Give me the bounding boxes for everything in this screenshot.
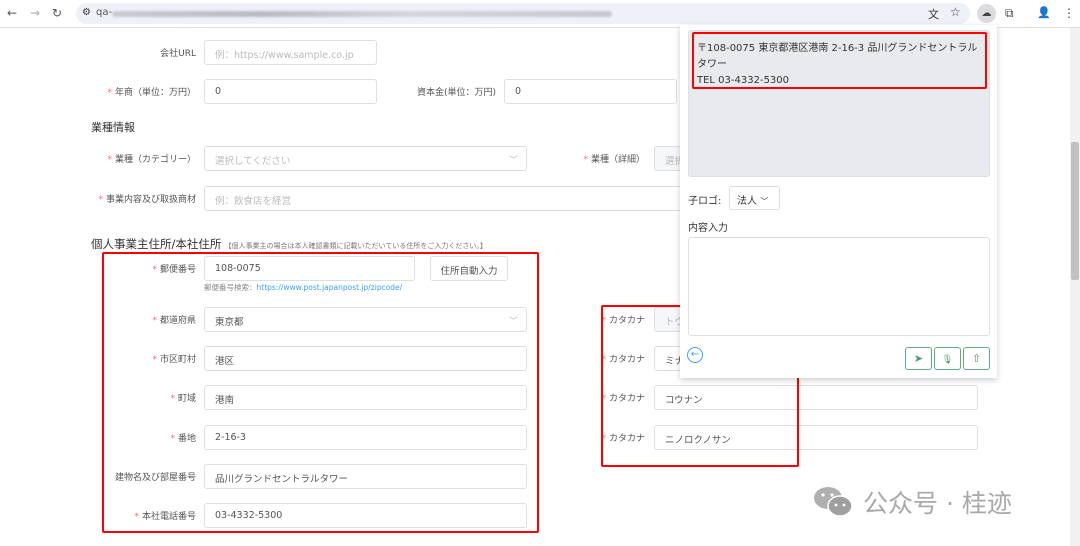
page-scrollbar[interactable] <box>1070 28 1080 546</box>
watermark: 公众号 · 桂迹 <box>813 484 1012 520</box>
business-content-input[interactable]: 例：飲食店を経営 <box>204 186 704 211</box>
required-mark: * <box>583 155 588 165</box>
capital-input[interactable]: 0 <box>504 79 677 104</box>
business-content-label: * 事業内容及び取扱商材 <box>6 192 196 205</box>
scrollbar-thumb[interactable] <box>1071 142 1079 280</box>
send-icon: ➤ <box>913 352 924 365</box>
industry-heading: 業種情報 <box>91 121 135 134</box>
mode-value: 法人 <box>737 196 757 207</box>
reload-icon[interactable]: ↻ <box>52 6 62 20</box>
browser-toolbar: ← → ↻ ⚙ qa- 文 ☆ ☁ ⧉ 👤 ⋮ <box>0 0 1080 28</box>
watermark-text: 公众号 · 桂迹 <box>863 489 1012 518</box>
company-url-label: 会社URL <box>160 49 196 59</box>
label-text: 業種（詳細） <box>590 155 645 165</box>
industry-detail-label: * 業種（詳細） <box>455 152 645 165</box>
company-url-input[interactable]: 例：https://www.sample.co.jp <box>204 40 377 65</box>
required-mark: * <box>107 155 112 165</box>
mode-select[interactable]: 法人 ﹀ <box>729 186 780 210</box>
label-text: 年商（単位：万円） <box>114 88 196 98</box>
capital-label: 資本金(単位：万円) <box>416 88 496 98</box>
wechat-icon <box>814 487 853 517</box>
url-text: qa- <box>96 7 113 18</box>
address-bar[interactable]: ⚙ qa- 文 ☆ <box>76 3 970 24</box>
content-label: 内容入力 <box>688 223 728 234</box>
label-text: 業種（カテゴリー） <box>114 155 196 165</box>
address-section-header: 個人事業主住所/本社住所 【個人事業主の場合は本人確認書類に記載いただいている住… <box>91 236 487 252</box>
select-placeholder: 選択してください <box>215 156 291 167</box>
send-button[interactable]: ➤ <box>905 347 932 370</box>
mode-label: 子ロゴ: <box>688 196 722 207</box>
upload-button[interactable]: ⇧ <box>963 347 990 370</box>
avatar[interactable]: 👤 <box>1037 6 1051 19</box>
content-textarea[interactable] <box>688 237 990 336</box>
back-icon[interactable]: ← <box>7 6 17 20</box>
puzzle-icon[interactable]: ⧉ <box>1005 6 1014 21</box>
mic-button[interactable]: 🎙 <box>934 347 961 370</box>
chevron-down-icon: ﹀ <box>760 197 769 206</box>
cloud-upload-icon: ⇧ <box>971 352 982 365</box>
menu-icon[interactable]: ⋮ <box>1063 6 1075 20</box>
address-heading: 個人事業主住所/本社住所 <box>91 237 222 251</box>
extension-popup: 〒108-0075 東京都港区港南 2-16-3 品川グランドセントラル タワー… <box>680 25 997 378</box>
address-note: 【個人事業主の場合は本人確認書類に記載いただいている住所をご入力ください。】 <box>224 242 487 250</box>
required-mark: * <box>98 195 103 205</box>
label-text: 事業内容及び取扱商材 <box>105 195 196 205</box>
forward-icon[interactable]: → <box>30 6 40 20</box>
microphone-icon: 🎙 <box>941 355 954 365</box>
annual-sales-label: * 年商（単位：万円） <box>6 85 196 98</box>
back-arrow-icon[interactable]: ← <box>687 347 703 363</box>
result-highlight-box <box>692 32 987 89</box>
required-mark: * <box>107 88 112 98</box>
site-info-icon[interactable]: ⚙ <box>82 7 91 18</box>
star-icon[interactable]: ☆ <box>950 5 961 19</box>
url-blurred <box>112 11 612 17</box>
translate-icon[interactable]: 文 <box>928 6 939 22</box>
address-highlight-box <box>102 252 539 533</box>
extension-icon[interactable]: ☁ <box>977 4 996 23</box>
industry-category-label: * 業種（カテゴリー） <box>6 152 196 165</box>
